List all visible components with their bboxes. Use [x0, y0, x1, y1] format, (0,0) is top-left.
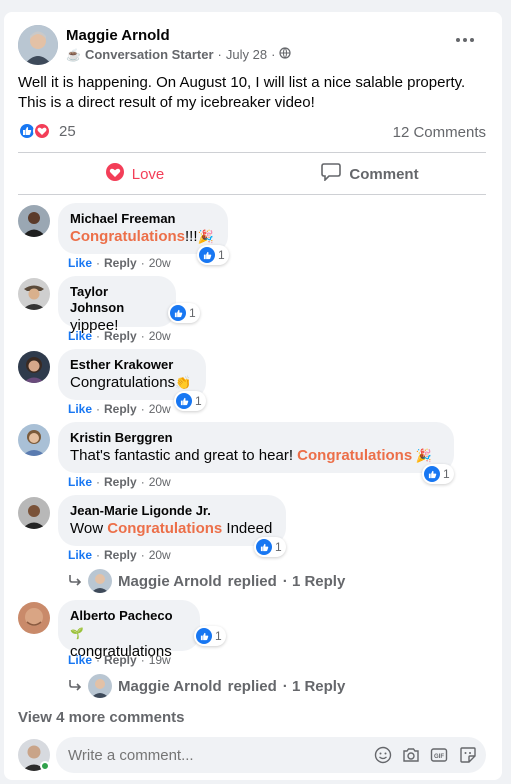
like-icon: [176, 393, 192, 409]
heart-icon: [105, 163, 124, 185]
commenter-avatar[interactable]: [18, 602, 50, 634]
globe-icon: [279, 47, 292, 62]
commenter-name[interactable]: Taylor Johnson: [70, 284, 164, 316]
commenter-name[interactable]: Esther Krakower: [70, 357, 194, 373]
post-date[interactable]: July 28: [226, 47, 267, 62]
reply-avatar: [88, 569, 112, 593]
emoji-icon[interactable]: [374, 746, 392, 769]
comment-bubble: Kristin Berggren That's fantastic and gr…: [58, 422, 454, 473]
more-options-icon[interactable]: [456, 32, 476, 48]
comment-text: Congratulations👏: [70, 374, 192, 391]
view-replies-link[interactable]: Maggie Arnold replied · 1 Reply: [68, 569, 345, 593]
comment-time[interactable]: 20w: [149, 329, 171, 343]
comment-reply-link[interactable]: Reply: [104, 475, 137, 489]
online-status-dot: [40, 761, 50, 771]
like-icon: [199, 247, 215, 263]
love-button[interactable]: Love: [18, 157, 252, 191]
comment-like-link[interactable]: Like: [68, 329, 92, 343]
comment-actions: Like · Reply · 20w: [68, 475, 171, 489]
comment-bubble: Taylor Johnson yippee!: [58, 276, 176, 334]
svg-text:GIF: GIF: [434, 754, 444, 760]
comment-like-link[interactable]: Like: [68, 653, 92, 667]
divider: [18, 194, 486, 195]
reply-arrow-icon: [68, 678, 82, 695]
post-card: Maggie Arnold ☕ Conversation Starter · J…: [4, 12, 502, 780]
commenter-name[interactable]: Michael Freeman: [70, 211, 216, 227]
comment-actions: Like · Reply · 20w: [68, 256, 171, 270]
comment-reply-link[interactable]: Reply: [104, 402, 137, 416]
reaction-count: 25: [59, 122, 76, 140]
author-avatar[interactable]: [18, 25, 58, 65]
commenter-avatar[interactable]: [18, 278, 50, 310]
reply-avatar: [88, 674, 112, 698]
like-icon: [256, 539, 272, 555]
comment-input[interactable]: [68, 737, 358, 773]
comment-composer[interactable]: GIF: [56, 737, 486, 773]
post-author-name[interactable]: Maggie Arnold: [66, 27, 170, 44]
divider: [18, 152, 486, 153]
comment-time[interactable]: 20w: [149, 256, 171, 270]
like-icon: [170, 305, 186, 321]
commenter-avatar[interactable]: [18, 497, 50, 529]
commenter-avatar[interactable]: [18, 424, 50, 456]
comment-reply-link[interactable]: Reply: [104, 548, 137, 562]
post-meta: ☕ Conversation Starter · July 28 ·: [66, 47, 292, 62]
comment-like-link[interactable]: Like: [68, 256, 92, 270]
reply-arrow-icon: [68, 573, 82, 590]
comment-actions: Like · Reply · 19w: [68, 653, 171, 667]
comment-actions: Like · Reply · 20w: [68, 402, 171, 416]
clapping-hands-icon: 👏: [175, 375, 192, 390]
comment-reply-link[interactable]: Reply: [104, 256, 137, 270]
comment-reactions[interactable]: 1: [174, 391, 206, 411]
new-member-sprout-icon: 🌱: [70, 628, 84, 640]
party-popper-icon: 🎉: [412, 448, 432, 463]
like-icon: [424, 466, 440, 482]
commenter-name[interactable]: Alberto Pacheco 🌱: [70, 608, 188, 642]
commenter-name[interactable]: Jean-Marie Ligonde Jr.: [70, 503, 274, 519]
party-popper-icon: 🎉: [197, 229, 214, 244]
love-label: Love: [131, 165, 165, 183]
comment-reactions[interactable]: 1: [197, 245, 229, 265]
comment-time[interactable]: 20w: [149, 475, 171, 489]
comment-label: Comment: [349, 165, 419, 183]
gif-icon[interactable]: GIF: [430, 746, 448, 769]
comment-reactions[interactable]: 1: [422, 464, 454, 484]
love-reaction-icon: [33, 122, 51, 140]
comment-like-link[interactable]: Like: [68, 475, 92, 489]
comment-reactions[interactable]: 1: [168, 303, 200, 323]
comment-reactions[interactable]: 1: [194, 626, 226, 646]
comment-reply-link[interactable]: Reply: [104, 653, 137, 667]
comment-time[interactable]: 20w: [149, 402, 171, 416]
camera-icon[interactable]: [402, 746, 420, 769]
group-tag[interactable]: Conversation Starter: [85, 47, 214, 62]
commenter-avatar[interactable]: [18, 351, 50, 383]
comment-text: Wow Congratulations Indeed: [70, 520, 273, 537]
comment-like-link[interactable]: Like: [68, 548, 92, 562]
sticker-icon[interactable]: [459, 746, 477, 769]
comment-like-link[interactable]: Like: [68, 402, 92, 416]
comment-actions: Like · Reply · 20w: [68, 548, 171, 562]
comment-reactions[interactable]: 1: [254, 537, 286, 557]
comments-count-link[interactable]: 12 Comments: [393, 124, 486, 141]
comment-actions: Like · Reply · 20w: [68, 329, 171, 343]
view-more-comments-link[interactable]: View 4 more comments: [18, 709, 184, 726]
comment-icon: [321, 163, 342, 185]
comment-text: That's fantastic and great to hear! Cong…: [70, 447, 432, 464]
reaction-summary[interactable]: 25: [18, 122, 76, 140]
post-text: Well it is happening. On August 10, I wi…: [18, 74, 466, 111]
commenter-avatar[interactable]: [18, 205, 50, 237]
comment-bubble: Alberto Pacheco 🌱 congratulations: [58, 600, 200, 660]
like-icon: [196, 628, 212, 644]
comment-button[interactable]: Comment: [254, 157, 486, 191]
comment-reply-link[interactable]: Reply: [104, 329, 137, 343]
view-replies-link[interactable]: Maggie Arnold replied · 1 Reply: [68, 674, 345, 698]
comment-text: Congratulations!!!🎉: [70, 228, 214, 245]
commenter-name[interactable]: Kristin Berggren: [70, 430, 442, 446]
comment-time[interactable]: 19w: [149, 653, 171, 667]
comment-bubble: Jean-Marie Ligonde Jr. Wow Congratulatio…: [58, 495, 286, 546]
comment-time[interactable]: 20w: [149, 548, 171, 562]
coffee-icon: ☕: [66, 47, 81, 62]
